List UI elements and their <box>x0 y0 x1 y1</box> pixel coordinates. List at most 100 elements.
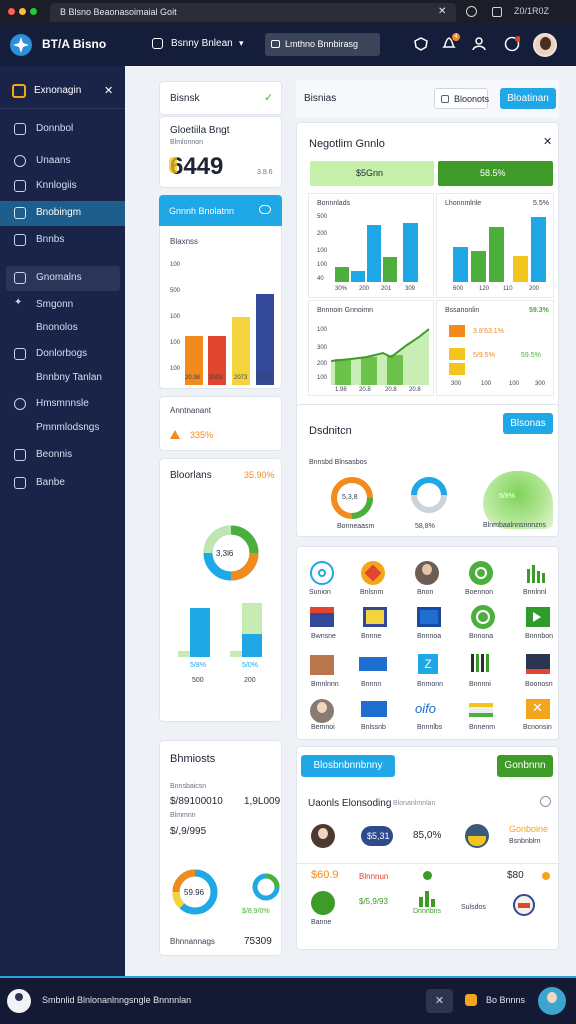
app-icon-columns[interactable] <box>470 653 492 673</box>
chart-value: 5.5% <box>533 200 549 207</box>
window-zoom-dot[interactable] <box>30 8 37 15</box>
updates-secondary-button[interactable]: Gonbnnn <box>497 755 553 777</box>
app-caption: Bwnsne <box>311 633 336 640</box>
x-tick: 1.98 <box>335 387 347 393</box>
bar[interactable] <box>531 217 546 282</box>
sidebar-item-12[interactable]: Beonnis <box>6 443 120 468</box>
x-tick: 30% <box>335 286 348 292</box>
globe-icon[interactable] <box>504 36 520 52</box>
row3-a: $/5,9/93 <box>359 897 388 906</box>
app-icon-flower[interactable] <box>361 561 385 585</box>
bar[interactable] <box>242 634 262 657</box>
donut-chart[interactable] <box>409 475 449 515</box>
app-icon-globe[interactable] <box>471 605 495 629</box>
landscape-avatar[interactable] <box>465 824 489 848</box>
sidebar-item-6[interactable]: ✦ Smgonn <box>6 293 120 318</box>
app-icon-cross[interactable]: ✕ <box>526 699 550 719</box>
tag-light[interactable]: $5Gnn <box>310 161 434 186</box>
window-minimize-dot[interactable] <box>19 8 26 15</box>
folder-icon[interactable] <box>465 994 477 1006</box>
sidebar-item-1[interactable]: Unaans <box>6 149 120 174</box>
sidebar-item-11[interactable]: Pmnmlodsngs <box>6 416 120 441</box>
sidebar-item-2[interactable]: Knnlogiis <box>6 174 120 199</box>
sidebar-item-0[interactable]: Donnbol <box>6 117 120 142</box>
x-tick: 100 <box>481 381 492 387</box>
value-pill[interactable]: $5,31 <box>361 826 393 846</box>
brand-icon[interactable] <box>513 894 535 916</box>
app-icon-doc[interactable] <box>310 607 334 627</box>
window-close-dot[interactable] <box>8 8 15 15</box>
updates-primary-button[interactable]: Blosbnbnnbnny <box>301 755 395 777</box>
bar[interactable] <box>351 271 365 282</box>
profile-avatar[interactable] <box>538 987 566 1015</box>
leaf-avatar[interactable] <box>311 891 335 915</box>
bar[interactable] <box>403 223 418 282</box>
settings-icon[interactable] <box>540 796 551 807</box>
blob-chart[interactable] <box>483 471 553 529</box>
app-icon-leaf[interactable] <box>469 561 493 585</box>
user-avatar[interactable] <box>311 824 335 848</box>
close-icon[interactable]: ✕ <box>426 989 453 1013</box>
x-tick: 2003 <box>209 375 223 381</box>
status-card[interactable]: Bisnsk ✓ <box>159 81 282 115</box>
distribution-button[interactable]: Blsonas <box>503 413 553 434</box>
app-icon-stack[interactable] <box>469 703 493 717</box>
history-icon[interactable] <box>466 6 477 17</box>
secondary-button[interactable]: Bloonots <box>434 88 489 109</box>
browser-tab[interactable]: B Blsno Beaonasoimaial Goit ✕ <box>50 3 456 22</box>
x-tick: 500 <box>192 677 204 684</box>
notification-badge: 4 <box>452 33 460 41</box>
cloud-icon[interactable] <box>259 205 271 214</box>
app-icon-photo[interactable] <box>310 655 334 675</box>
app-icon-z[interactable]: Z <box>418 654 438 674</box>
donut-value: 5,3,8 <box>342 494 358 501</box>
app-icon-screen[interactable] <box>526 654 550 674</box>
app-icon-folder[interactable] <box>363 607 387 627</box>
app-icon-bars[interactable] <box>525 563 549 583</box>
bar[interactable] <box>513 256 528 282</box>
sidebar-item-3[interactable]: Bnobingm <box>0 201 125 226</box>
bar[interactable] <box>453 247 468 282</box>
user-icon[interactable] <box>7 989 31 1013</box>
bar[interactable] <box>230 651 242 657</box>
app-icon-window[interactable] <box>417 607 441 627</box>
sidebar-item-9[interactable]: Bnnbny Tanlan <box>6 366 120 391</box>
sidebar-item-4[interactable]: Bnnbs <box>6 228 120 253</box>
app-icon-avatar[interactable] <box>310 699 334 723</box>
shield-icon[interactable] <box>414 37 428 51</box>
app-icon-person[interactable] <box>415 561 439 585</box>
tab-close-icon[interactable]: ✕ <box>438 6 446 17</box>
sidebar-item-13[interactable]: Banbe <box>6 471 120 496</box>
bar[interactable] <box>471 251 486 282</box>
bar[interactable] <box>256 294 274 385</box>
sparkle-icon <box>14 155 26 167</box>
chevron-down-icon[interactable]: ▾ <box>239 38 244 49</box>
sidebar-item-10[interactable]: Hmsmnnsle <box>6 392 120 417</box>
bar[interactable] <box>190 608 210 657</box>
workspace-switcher[interactable]: Bsnny Bnlean <box>171 38 233 49</box>
bar[interactable] <box>489 227 504 282</box>
area-chart[interactable] <box>331 327 431 385</box>
extension-icon[interactable] <box>492 7 502 17</box>
bar[interactable] <box>383 257 397 282</box>
bar[interactable] <box>178 651 190 657</box>
sidebar-item-7[interactable]: Bnonolos <box>6 316 120 341</box>
app-icon-badge[interactable] <box>359 657 387 671</box>
user-plus-icon[interactable] <box>472 36 487 51</box>
app-icon-logo[interactable]: oifo <box>415 701 436 716</box>
tag-dark[interactable]: 58.5% <box>438 161 553 186</box>
sidebar-item-8[interactable]: Donlorbogs <box>6 342 120 367</box>
tab-title: B Blsno Beaonasoimaial Goit <box>60 7 177 17</box>
app-icon-circle[interactable] <box>310 561 334 585</box>
app-icon-arrow[interactable] <box>526 607 550 627</box>
donut-chart-small[interactable] <box>250 871 282 903</box>
panel-close-icon[interactable]: ✕ <box>543 135 552 148</box>
user-avatar[interactable] <box>533 33 557 57</box>
app-icon-card[interactable] <box>361 701 387 717</box>
bar[interactable] <box>335 267 349 282</box>
sidebar-close-icon[interactable]: ✕ <box>104 84 113 97</box>
search-button[interactable]: Lmthno Bnnbirasg <box>265 33 380 56</box>
sidebar-item-5[interactable]: Gnomalns <box>6 266 120 291</box>
primary-button[interactable]: Bloatinan <box>500 88 556 109</box>
bar[interactable] <box>367 225 381 282</box>
